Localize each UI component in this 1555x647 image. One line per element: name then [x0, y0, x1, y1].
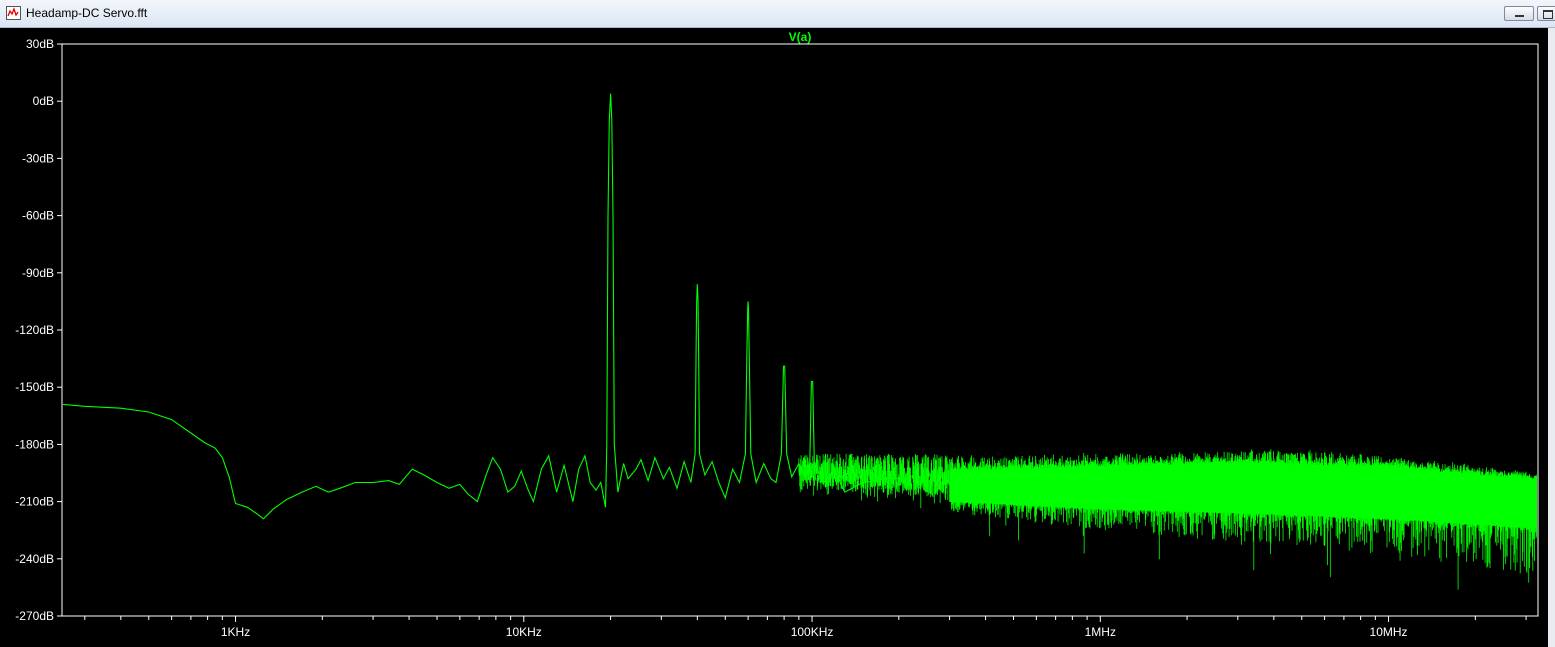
window-border: [1548, 28, 1555, 647]
x-tick-label: 10KHz: [506, 625, 542, 639]
x-tick-label: 100KHz: [791, 625, 834, 639]
fft-chart[interactable]: V(a) 30dB 0dB -30dB -60dB -90dB -120dB -150dB -1…: [0, 28, 1548, 647]
y-tick-label: -240dB: [15, 552, 54, 566]
y-tick-label: -270dB: [15, 609, 54, 623]
y-tick-label: -90dB: [22, 266, 54, 280]
restore-button[interactable]: [1537, 6, 1555, 21]
series-noise-floor: [798, 449, 1537, 590]
y-tick-label: -30dB: [22, 151, 54, 165]
y-tick-label: -210dB: [15, 495, 54, 509]
x-tick-label: 10MHz: [1370, 625, 1408, 639]
window-title: Headamp-DC Servo.fft: [26, 6, 148, 20]
minimize-button[interactable]: [1504, 6, 1534, 21]
chart-title: V(a): [789, 30, 812, 44]
y-tick-label: -180dB: [15, 437, 54, 451]
series-trace-v-a: [63, 93, 911, 520]
y-tick-label: 30dB: [26, 37, 54, 51]
y-tick-label: -120dB: [15, 323, 54, 337]
window-titlebar[interactable]: Headamp-DC Servo.fft: [0, 0, 1555, 28]
y-tick-label: 0dB: [33, 94, 54, 108]
waveform-plot-icon: [6, 6, 21, 20]
x-tick-label: 1MHz: [1085, 625, 1116, 639]
y-tick-label: -60dB: [22, 209, 54, 223]
x-tick-label: 1KHz: [221, 625, 250, 639]
fft-plot-pane[interactable]: V(a) 30dB 0dB -30dB -60dB -90dB -120dB -150dB -1…: [0, 28, 1555, 647]
y-tick-label: -150dB: [15, 380, 54, 394]
